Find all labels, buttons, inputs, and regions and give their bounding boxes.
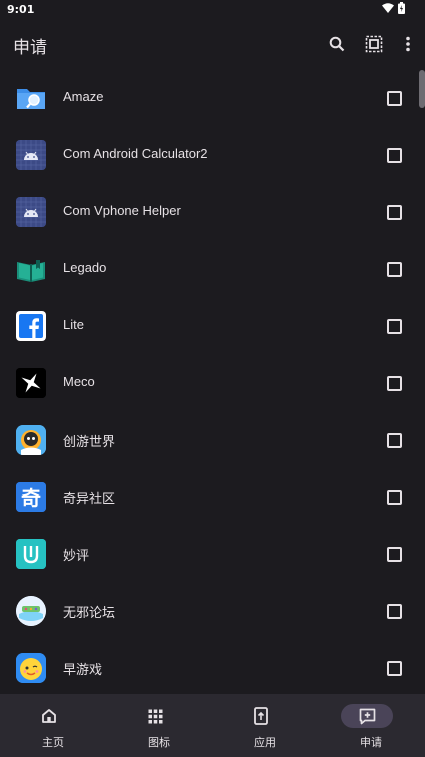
app-checkbox[interactable]: [387, 547, 402, 562]
select-all-icon[interactable]: [362, 32, 386, 56]
app-checkbox[interactable]: [387, 604, 402, 619]
app-checkbox[interactable]: [387, 661, 402, 676]
page-title: 申请: [13, 38, 47, 58]
svg-text:奇: 奇: [21, 486, 41, 510]
app-name: Legado: [63, 260, 107, 275]
miaoping-icon: [16, 539, 46, 569]
zaoyouxi-icon: [16, 653, 46, 683]
app-checkbox[interactable]: [387, 91, 402, 106]
nav-item-home[interactable]: 主页: [0, 694, 106, 757]
status-bar: 9:01: [0, 0, 425, 20]
home-icon: [23, 704, 75, 728]
app-name: 创游世界: [63, 434, 116, 449]
bottom-navigation: 主页 图标 应用 申请: [0, 694, 425, 757]
facebook-icon: [16, 311, 46, 341]
more-vert-icon[interactable]: [396, 32, 420, 56]
app-name: Com Android Calculator2: [63, 146, 208, 161]
system-icons: [382, 2, 405, 14]
nav-label: 图标: [148, 736, 170, 749]
request-icon: [341, 704, 393, 728]
list-item[interactable]: 无邪论坛: [0, 583, 425, 640]
app-checkbox[interactable]: [387, 262, 402, 277]
legado-book-icon: [16, 254, 46, 284]
phone-icon: [235, 704, 287, 728]
battery-icon: [398, 2, 405, 14]
list-item[interactable]: 创游世界: [0, 412, 425, 469]
nav-item-apps[interactable]: 应用: [212, 694, 318, 757]
nav-label: 应用: [254, 736, 276, 749]
app-name: 早游戏: [63, 662, 103, 677]
app-list[interactable]: Amaze Com Android Calculator2 Com Vphone…: [0, 70, 425, 694]
app-checkbox[interactable]: [387, 205, 402, 220]
app-checkbox[interactable]: [387, 148, 402, 163]
wuxie-icon: [16, 596, 46, 626]
status-time: 9:01: [7, 3, 35, 16]
app-name: Amaze: [63, 89, 104, 104]
app-name: 妙评: [63, 548, 90, 563]
meco-icon: [16, 368, 46, 398]
list-item[interactable]: 早游戏: [0, 640, 425, 694]
nav-item-icons[interactable]: 图标: [106, 694, 212, 757]
search-icon[interactable]: [325, 32, 349, 56]
app-name: Meco: [63, 374, 95, 389]
list-item[interactable]: Com Android Calculator2: [0, 127, 425, 184]
app-checkbox[interactable]: [387, 490, 402, 505]
app-name: 奇异社区: [63, 491, 116, 506]
nav-item-request[interactable]: 申请: [318, 694, 424, 757]
chuangyou-icon: [16, 425, 46, 455]
app-checkbox[interactable]: [387, 376, 402, 391]
list-item[interactable]: Meco: [0, 355, 425, 412]
list-item[interactable]: Com Vphone Helper: [0, 184, 425, 241]
top-app-bar: 申请: [0, 20, 425, 68]
grid-icon: [129, 704, 181, 728]
wifi-icon: [382, 3, 394, 13]
qiyi-icon: 奇: [16, 482, 46, 512]
app-name: 无邪论坛: [63, 605, 116, 620]
scrollbar[interactable]: [419, 70, 425, 108]
list-item[interactable]: 奇 奇异社区: [0, 469, 425, 526]
android-default-icon: [16, 197, 46, 227]
list-item[interactable]: Lite: [0, 298, 425, 355]
app-checkbox[interactable]: [387, 319, 402, 334]
app-checkbox[interactable]: [387, 433, 402, 448]
nav-label: 主页: [42, 736, 64, 749]
app-name: Lite: [63, 317, 84, 332]
list-item[interactable]: Legado: [0, 241, 425, 298]
amaze-folder-icon: [16, 83, 46, 113]
list-item[interactable]: Amaze: [0, 70, 425, 127]
nav-label: 申请: [360, 736, 382, 749]
app-name: Com Vphone Helper: [63, 203, 181, 218]
list-item[interactable]: 妙评: [0, 526, 425, 583]
android-default-icon: [16, 140, 46, 170]
